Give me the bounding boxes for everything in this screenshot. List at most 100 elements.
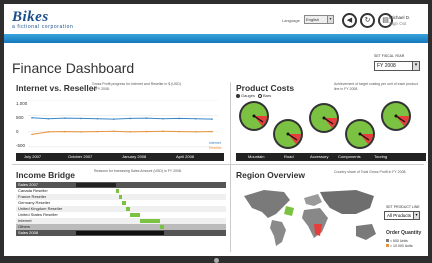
map-highlight bbox=[284, 206, 294, 216]
user-info: Michael D. Sign Out bbox=[389, 15, 410, 27]
logo-text: Bikes bbox=[12, 9, 49, 25]
refresh-icon[interactable]: ↻ bbox=[360, 13, 375, 28]
product-costs-note: Achievement of target costing per unit o… bbox=[334, 82, 418, 91]
y-tick-label: 0 bbox=[16, 129, 19, 134]
product-costs-title: Product Costs bbox=[236, 83, 295, 93]
category-axis-band bbox=[236, 153, 426, 161]
data-point bbox=[178, 130, 181, 133]
legend-low: < 600 Units bbox=[386, 239, 408, 243]
dashboard-screen: Bikes a fictional corporation Language E… bbox=[4, 4, 428, 256]
bridge-bar bbox=[130, 213, 140, 217]
data-point bbox=[211, 118, 213, 120]
y-tick-label: -500 bbox=[16, 143, 26, 148]
language-select[interactable]: English ▾ bbox=[304, 15, 334, 24]
data-point bbox=[113, 118, 115, 120]
region-overview-title: Region Overview bbox=[236, 170, 305, 180]
row-label: Canada Reseller bbox=[18, 188, 48, 193]
data-point bbox=[80, 131, 82, 133]
map-south-america bbox=[270, 220, 286, 246]
internet-reseller-note: Gross Profit progress for Internet and R… bbox=[92, 82, 181, 91]
product-cost-gauges bbox=[239, 101, 411, 149]
monitor-power-dot bbox=[214, 258, 219, 263]
income-bridge-note: Reasons for increasing Sales Amount (USD… bbox=[94, 169, 182, 173]
bridge-bar bbox=[76, 231, 164, 235]
bridge-bar bbox=[140, 219, 160, 223]
gauge bbox=[239, 101, 269, 131]
data-point bbox=[96, 130, 99, 133]
sign-out-link[interactable]: Sign Out bbox=[389, 21, 410, 27]
map-north-america bbox=[244, 190, 290, 218]
data-point bbox=[211, 130, 213, 133]
category-label: Components bbox=[338, 154, 361, 159]
gauge bbox=[345, 119, 375, 149]
legend-swatch bbox=[386, 239, 389, 242]
bridge-bar bbox=[119, 195, 122, 199]
gauge bbox=[309, 103, 339, 133]
data-point bbox=[194, 131, 197, 133]
legend-label: < 600 Units bbox=[390, 239, 408, 243]
data-point bbox=[194, 117, 197, 120]
vertical-divider bbox=[230, 82, 231, 252]
data-point bbox=[129, 117, 131, 120]
x-tick-label: April 2008 bbox=[176, 154, 195, 159]
legend-internet: Internet bbox=[209, 141, 221, 145]
legend-swatch bbox=[386, 244, 389, 247]
category-label: Accessory bbox=[310, 154, 329, 159]
back-icon[interactable]: ◀ bbox=[342, 13, 357, 28]
bridge-bar bbox=[116, 189, 119, 193]
data-point bbox=[162, 130, 164, 133]
legend-reseller: Reseller bbox=[209, 146, 222, 150]
row-label: Internet bbox=[18, 218, 32, 223]
bridge-bar bbox=[122, 201, 126, 205]
category-label: Mountain bbox=[248, 154, 265, 159]
internet-reseller-chart bbox=[28, 100, 218, 148]
row-label: Sales 2008 bbox=[18, 230, 39, 235]
data-point bbox=[129, 131, 131, 133]
data-point bbox=[31, 117, 33, 119]
row-label: Sales 2007 bbox=[18, 182, 39, 187]
x-tick-label: January 2008 bbox=[122, 154, 147, 159]
language-label: Language bbox=[282, 18, 300, 23]
income-bridge-table: Sales 2007 Canada Reseller France Resell… bbox=[16, 182, 226, 236]
language-value: English bbox=[306, 17, 320, 22]
map-europe bbox=[304, 194, 322, 206]
data-point bbox=[63, 130, 66, 133]
product-line-select[interactable]: All Products ▾ bbox=[384, 211, 420, 220]
product-line-label: SET PRODUCT LINE bbox=[386, 205, 420, 209]
data-point bbox=[145, 130, 148, 133]
gauge bbox=[381, 101, 411, 131]
data-point bbox=[96, 117, 99, 120]
row-label: United Kingdom Reseller bbox=[18, 206, 63, 211]
horizontal-divider bbox=[12, 164, 424, 165]
bridge-bar bbox=[76, 183, 116, 187]
blue-accent-bar bbox=[4, 34, 428, 43]
data-point bbox=[80, 117, 82, 120]
region-overview-note: Country share of Total Gross Profit in F… bbox=[334, 170, 407, 174]
logo-subtitle: a fictional corporation bbox=[12, 24, 74, 30]
data-point bbox=[145, 117, 148, 119]
fiscal-year-value: FY 2008 bbox=[377, 63, 396, 69]
data-point bbox=[31, 133, 33, 136]
data-point bbox=[113, 130, 115, 133]
row-label: Germany Reseller bbox=[18, 200, 51, 205]
category-label: Touring bbox=[374, 154, 388, 159]
legend-high: > 10 000 Units bbox=[386, 244, 413, 248]
chevron-down-icon: ▾ bbox=[413, 212, 419, 219]
product-line-value: All Products bbox=[387, 213, 412, 218]
row-label: United States Reseller bbox=[18, 212, 58, 217]
gauge bbox=[273, 119, 303, 149]
data-point bbox=[162, 117, 164, 120]
chevron-down-icon: ▾ bbox=[327, 16, 333, 23]
row-label: Others bbox=[18, 224, 31, 229]
y-tick-label: 500 bbox=[16, 115, 24, 120]
fiscal-year-label: SET FISCAL YEAR bbox=[374, 54, 405, 58]
legend-label: > 10 000 Units bbox=[390, 244, 413, 248]
chevron-down-icon: ▾ bbox=[412, 62, 419, 70]
fiscal-year-select[interactable]: FY 2008 ▾ bbox=[374, 61, 420, 71]
internet-reseller-title: Internet vs. Reseller bbox=[16, 83, 97, 93]
data-point bbox=[63, 117, 66, 119]
bridge-bar bbox=[126, 207, 130, 211]
income-bridge-title: Income Bridge bbox=[16, 170, 76, 180]
series-line-internet bbox=[31, 117, 213, 120]
data-point bbox=[47, 131, 50, 133]
